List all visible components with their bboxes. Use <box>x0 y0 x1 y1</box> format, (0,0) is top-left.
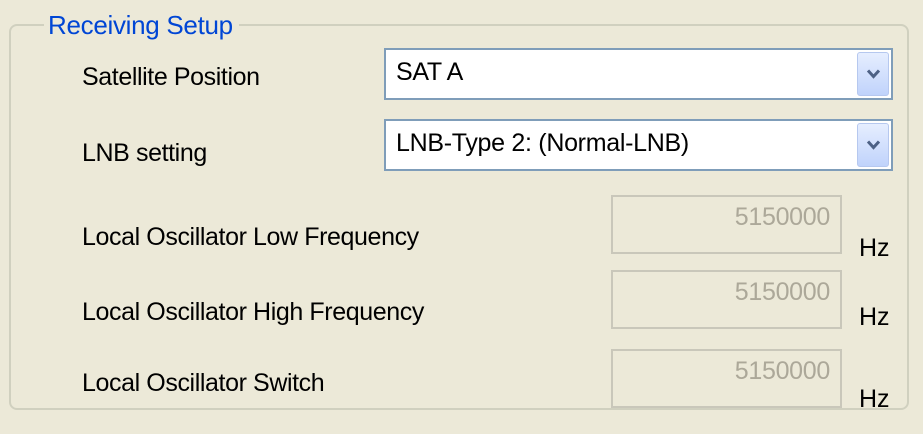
lnb-setting-select[interactable]: LNB-Type 2: (Normal-LNB) <box>384 119 893 171</box>
lo-high-frequency-label: Local Oscillator High Frequency <box>82 298 424 326</box>
chevron-down-icon <box>866 140 881 150</box>
lnb-dropdown-button[interactable] <box>857 123 889 167</box>
group-title: Receiving Setup <box>44 8 239 42</box>
lo-switch-input: 5150000 <box>611 349 842 408</box>
lo-low-frequency-value: 5150000 <box>734 203 831 231</box>
lo-high-frequency-value: 5150000 <box>734 278 831 306</box>
chevron-down-icon <box>866 69 881 79</box>
satellite-dropdown-button[interactable] <box>857 52 889 96</box>
lo-low-unit: Hz <box>859 234 890 262</box>
lo-switch-label: Local Oscillator Switch <box>82 369 325 397</box>
satellite-position-label: Satellite Position <box>82 63 260 91</box>
satellite-position-value: SAT A <box>396 58 464 86</box>
satellite-position-select[interactable]: SAT A <box>384 48 893 100</box>
lo-high-unit: Hz <box>859 303 890 331</box>
lnb-setting-label: LNB setting <box>82 139 207 167</box>
lo-switch-value: 5150000 <box>734 357 831 385</box>
lo-switch-unit: Hz <box>859 385 890 413</box>
lo-low-frequency-input: 5150000 <box>611 195 842 254</box>
lnb-setting-value: LNB-Type 2: (Normal-LNB) <box>396 129 689 157</box>
lo-high-frequency-input: 5150000 <box>611 270 842 329</box>
lo-low-frequency-label: Local Oscillator Low Frequency <box>82 223 419 251</box>
